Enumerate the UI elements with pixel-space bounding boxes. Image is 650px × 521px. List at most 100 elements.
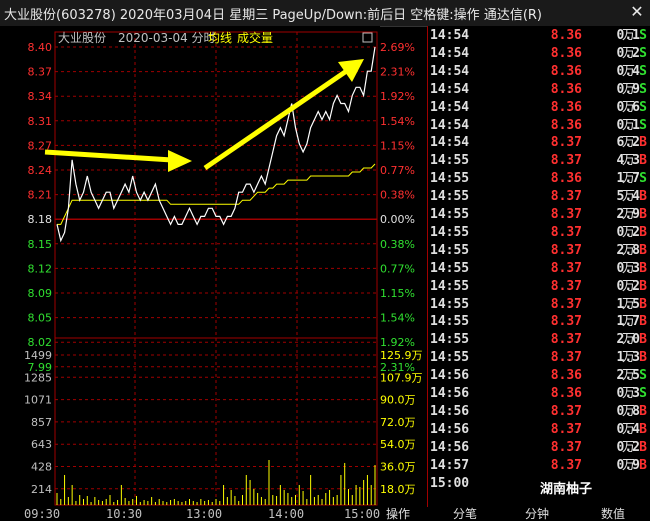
- trade-side: B: [639, 332, 647, 348]
- price-tick: 8.21: [28, 189, 53, 202]
- trade-row[interactable]: 14:55 8.37 2.9 万 B: [428, 206, 650, 224]
- trade-time: 14:55: [430, 278, 470, 294]
- trade-unit: 万: [622, 296, 636, 312]
- volume-label: 成交量: [237, 30, 273, 45]
- trade-row[interactable]: 14:55 8.37 4.3 万 B: [428, 152, 650, 170]
- trade-unit: 万: [622, 81, 636, 97]
- trade-unit: 万: [622, 278, 636, 294]
- trade-time: 14:54: [430, 117, 470, 133]
- tick-trades-panel[interactable]: 14:54 8.36 0.1 万 S 14:54 8.36 0.2 万 S 14:54 8.36 0.4…: [427, 26, 650, 507]
- trade-time: 14:55: [430, 207, 470, 222]
- trade-row[interactable]: 14:55 8.36 1.7 万 S: [428, 170, 650, 188]
- trade-side: B: [639, 314, 647, 330]
- trade-row[interactable]: 14:55 8.37 0.2 万 B: [428, 278, 650, 296]
- trade-time: 14:57: [430, 457, 470, 473]
- tab-operate[interactable]: 操作: [380, 507, 416, 521]
- trade-side: S: [639, 117, 647, 133]
- volume-amount-tick: 54.0万: [380, 438, 416, 451]
- trade-row[interactable]: 14:54 8.36 0.1 万 S: [428, 117, 650, 135]
- x-tick: 14:00: [268, 507, 305, 521]
- trade-row[interactable]: 14:56 8.37 0.8 万 B: [428, 403, 650, 421]
- window-title: 大业股份(603278) 2020年03月04日 星期三 PageUp/Down…: [4, 8, 542, 23]
- trade-unit: 万: [622, 260, 636, 276]
- volume-amount-tick: 36.0万: [380, 461, 416, 474]
- trade-row[interactable]: 14:55 8.37 5.4 万 B: [428, 188, 650, 206]
- trade-row[interactable]: 14:54 8.36 0.6 万 S: [428, 99, 650, 117]
- chart-expand-icon[interactable]: [362, 32, 373, 43]
- trade-time: 14:54: [430, 28, 470, 43]
- trade-side: B: [639, 153, 647, 169]
- trade-price: 8.36: [550, 368, 582, 384]
- trade-row[interactable]: 14:55 8.37 0.3 万 B: [428, 260, 650, 278]
- trade-side: S: [639, 81, 647, 97]
- percent-tick: 2.69%: [380, 41, 415, 54]
- trade-row[interactable]: 14:56 8.36 0.3 万 S: [428, 385, 650, 403]
- x-tick: 13:00: [186, 507, 223, 521]
- trade-row[interactable]: 14:56 8.37 0.2 万 B: [428, 439, 650, 457]
- trade-row[interactable]: 14:54 8.36 0.9 万 S: [428, 81, 650, 99]
- trade-row[interactable]: 14:54 8.36 0.2 万 S: [428, 45, 650, 63]
- trade-row[interactable]: 14:55 8.37 2.8 万 B: [428, 242, 650, 260]
- trade-unit: 万: [622, 153, 636, 169]
- trade-row[interactable]: 14:55 8.37 1.7 万 B: [428, 313, 650, 331]
- volume-amount-tick: 125.9万: [380, 349, 423, 362]
- trade-price: 8.37: [550, 135, 582, 151]
- trade-unit: 万: [622, 242, 636, 258]
- price-tick: 8.34: [28, 90, 53, 103]
- trade-unit: 万: [622, 368, 636, 384]
- trade-row[interactable]: 14:55 8.37 1.3 万 B: [428, 349, 650, 367]
- price-tick: 8.15: [28, 238, 53, 251]
- x-tick: 09:30: [24, 507, 61, 521]
- trade-time: 14:55: [430, 242, 470, 258]
- tab-tick-trades[interactable]: 分笔: [440, 507, 490, 521]
- trade-row[interactable]: 14:55 8.37 0.2 万 B: [428, 224, 650, 242]
- trade-price: 8.37: [550, 189, 582, 205]
- trade-row[interactable]: 14:56 8.36 2.5 万 S: [428, 367, 650, 385]
- trade-price: 8.37: [550, 350, 582, 366]
- title-bar: 大业股份(603278) 2020年03月04日 星期三 PageUp/Down…: [0, 0, 650, 27]
- intraday-chart[interactable]: 8.40 8.37 8.34 8.31 8.27 8.24 8.21 8.18 8.15 8.12…: [0, 30, 426, 507]
- trade-row[interactable]: 14:54 8.36 0.4 万 S: [428, 63, 650, 81]
- trade-time: 14:54: [430, 135, 470, 151]
- trade-price: 8.37: [550, 421, 582, 437]
- trade-side: B: [639, 242, 647, 258]
- trade-price: 8.37: [550, 224, 582, 240]
- trade-price: 8.36: [550, 81, 582, 97]
- trade-time: 14:56: [430, 421, 470, 437]
- trade-price: 8.37: [550, 242, 582, 258]
- trade-side: B: [639, 135, 647, 151]
- trade-price: 8.36: [550, 45, 582, 61]
- trade-price: 8.37: [550, 314, 582, 330]
- percent-tick: 0.00%: [380, 213, 415, 226]
- trade-unit: 万: [622, 421, 636, 437]
- percent-tick: 2.31%: [380, 66, 415, 79]
- price-tick-labels: 8.408.378.348.318.278.248.218.188.158.12…: [24, 41, 52, 496]
- trade-price: 8.36: [550, 99, 582, 115]
- annotation-arrow-1: [44, 149, 192, 172]
- volume-tick: 214: [31, 483, 52, 496]
- trade-row[interactable]: 14:54 8.37 6.2 万 B: [428, 134, 650, 152]
- volume-amount-tick: 18.0万: [380, 483, 416, 496]
- trade-row[interactable]: 14:56 8.37 0.4 万 B: [428, 421, 650, 439]
- avg-line-label: 均线: [208, 31, 232, 45]
- trade-unit: 万: [622, 403, 636, 419]
- trade-unit: 万: [622, 135, 636, 151]
- chart-stock-name: 大业股份: [58, 31, 106, 45]
- price-tick: 8.37: [28, 66, 53, 79]
- volume-tick: 857: [31, 416, 52, 429]
- trade-unit: 万: [622, 171, 636, 187]
- bottom-bar: 09:30 10:30 13:00 14:00 15:00 操作 分笔 分钟 数…: [0, 507, 650, 521]
- trade-side: S: [639, 386, 647, 401]
- chart-svg: 8.408.378.348.318.278.248.218.188.158.12…: [24, 30, 423, 506]
- tab-values[interactable]: 数值: [588, 507, 638, 521]
- trade-row[interactable]: 14:55 8.37 2.0 万 B: [428, 331, 650, 349]
- trade-side: B: [639, 207, 647, 222]
- trade-price: 8.36: [550, 171, 582, 187]
- tab-minute[interactable]: 分钟: [512, 507, 562, 521]
- trade-unit: 万: [622, 117, 636, 133]
- trade-row[interactable]: 14:57 8.37 0.9 万 B: [428, 457, 650, 475]
- trade-row[interactable]: 14:55 8.37 1.5 万 B: [428, 296, 650, 314]
- trade-row[interactable]: 14:54 8.36 0.1 万 S: [428, 27, 650, 45]
- volume-amount-tick: 90.0万: [380, 394, 416, 407]
- close-icon[interactable]: ✕: [628, 3, 646, 21]
